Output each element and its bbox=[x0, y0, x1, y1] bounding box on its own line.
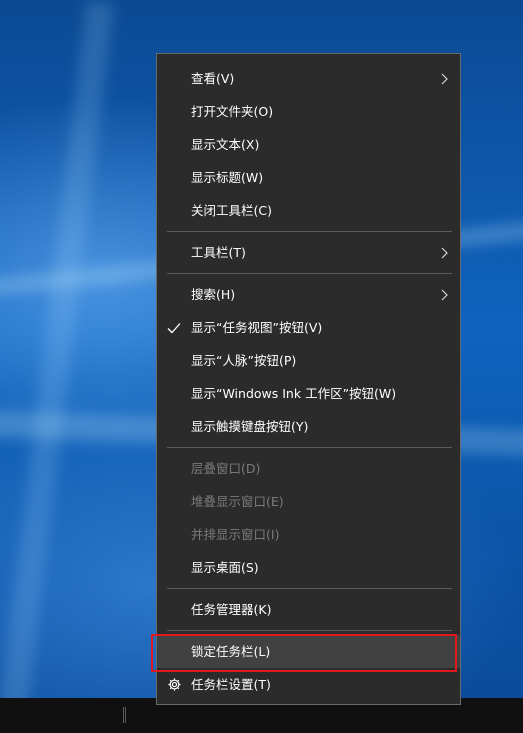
menu-item-label: 堆叠显示窗口(E) bbox=[191, 494, 284, 509]
menu-item-label: 显示标题(W) bbox=[191, 170, 264, 185]
menu-item-show-task-view-button[interactable]: 显示“任务视图”按钮(V) bbox=[157, 311, 460, 344]
menu-item-label: 关闭工具栏(C) bbox=[191, 203, 272, 218]
menu-item-label: 显示“任务视图”按钮(V) bbox=[191, 320, 323, 335]
menu-item-show-text[interactable]: 显示文本(X) bbox=[157, 128, 460, 161]
menu-item-label: 显示文本(X) bbox=[191, 137, 260, 152]
menu-item-show-touch-keyboard-button[interactable]: 显示触摸键盘按钮(Y) bbox=[157, 410, 460, 443]
menu-item-stack-windows: 堆叠显示窗口(E) bbox=[157, 485, 460, 518]
menu-item-label: 任务管理器(K) bbox=[191, 602, 272, 617]
check-icon bbox=[167, 323, 181, 334]
menu-item-label: 层叠窗口(D) bbox=[191, 461, 261, 476]
menu-item-toolbars[interactable]: 工具栏(T) bbox=[157, 236, 460, 269]
menu-separator bbox=[167, 231, 452, 232]
menu-item-task-manager[interactable]: 任务管理器(K) bbox=[157, 593, 460, 626]
menu-item-open-folder[interactable]: 打开文件夹(O) bbox=[157, 95, 460, 128]
menu-item-label: 显示“人脉”按钮(P) bbox=[191, 353, 297, 368]
menu-item-label: 搜索(H) bbox=[191, 287, 236, 302]
menu-item-show-windows-ink-button[interactable]: 显示“Windows Ink 工作区”按钮(W) bbox=[157, 377, 460, 410]
chevron-right-icon bbox=[441, 289, 448, 301]
menu-separator bbox=[167, 588, 452, 589]
menu-item-label: 打开文件夹(O) bbox=[191, 104, 274, 119]
chevron-right-icon bbox=[441, 73, 448, 85]
menu-item-label: 显示“Windows Ink 工作区”按钮(W) bbox=[191, 386, 397, 401]
menu-item-show-people-button[interactable]: 显示“人脉”按钮(P) bbox=[157, 344, 460, 377]
gear-icon bbox=[168, 678, 181, 691]
menu-item-label: 显示触摸键盘按钮(Y) bbox=[191, 419, 309, 434]
taskbar-context-menu: 查看(V) 打开文件夹(O) 显示文本(X) 显示标题(W) 关闭工具栏(C) … bbox=[156, 53, 461, 705]
menu-item-view[interactable]: 查看(V) bbox=[157, 62, 460, 95]
menu-item-show-title[interactable]: 显示标题(W) bbox=[157, 161, 460, 194]
menu-item-search[interactable]: 搜索(H) bbox=[157, 278, 460, 311]
wallpaper-light-beam bbox=[0, 1, 115, 733]
annotation-highlight-box bbox=[151, 634, 457, 672]
menu-item-label: 并排显示窗口(I) bbox=[191, 527, 280, 542]
menu-item-label: 任务栏设置(T) bbox=[191, 677, 271, 692]
menu-item-close-toolbar[interactable]: 关闭工具栏(C) bbox=[157, 194, 460, 227]
chevron-right-icon bbox=[441, 247, 448, 259]
menu-item-side-by-side-windows: 并排显示窗口(I) bbox=[157, 518, 460, 551]
menu-item-label: 查看(V) bbox=[191, 71, 235, 86]
menu-item-label: 显示桌面(S) bbox=[191, 560, 259, 575]
menu-separator bbox=[167, 447, 452, 448]
menu-separator bbox=[167, 273, 452, 274]
menu-item-taskbar-settings[interactable]: 任务栏设置(T) bbox=[157, 668, 460, 701]
menu-item-label: 工具栏(T) bbox=[191, 245, 246, 260]
menu-item-show-desktop[interactable]: 显示桌面(S) bbox=[157, 551, 460, 584]
menu-separator bbox=[167, 630, 452, 631]
toolbar-grip-handle[interactable] bbox=[123, 707, 126, 723]
menu-item-cascade-windows: 层叠窗口(D) bbox=[157, 452, 460, 485]
